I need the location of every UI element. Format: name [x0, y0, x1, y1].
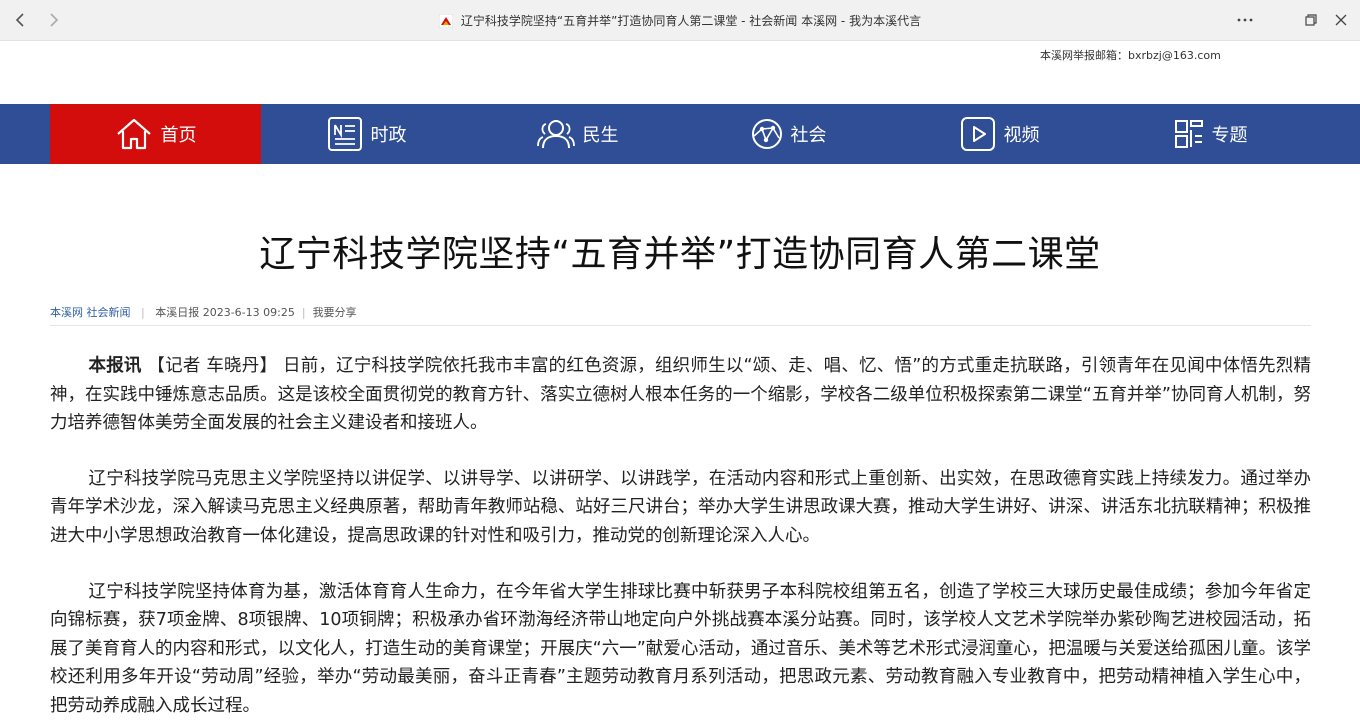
- nav-item-home[interactable]: 首页: [50, 104, 261, 164]
- browser-titlebar: 辽宁科技学院坚持“五育并举”打造协同育人第二课堂 - 社会新闻 本溪网 - 我为…: [0, 0, 1360, 41]
- nav-label-special: 专题: [1211, 125, 1248, 146]
- close-button[interactable]: [1326, 8, 1356, 32]
- nav-item-livelihood[interactable]: 民生: [472, 104, 683, 164]
- restore-icon: [1305, 14, 1317, 26]
- tab-title-text: 辽宁科技学院坚持“五育并举”打造协同育人第二课堂 - 社会新闻 本溪网 - 我为…: [460, 14, 922, 28]
- section-link[interactable]: 社会新闻: [87, 306, 131, 319]
- home-icon: [116, 118, 151, 150]
- nav-item-politics[interactable]: 时政: [261, 104, 472, 164]
- source-site-link[interactable]: 本溪网: [50, 306, 83, 319]
- main-nav: 首页 时政 民生 社会 视频 专题: [0, 104, 1360, 164]
- grid-icon: [1174, 120, 1203, 148]
- people-icon: [536, 120, 575, 149]
- nav-label-society: 社会: [790, 125, 827, 146]
- article-title: 辽宁科技学院坚持“五育并举”打造协同育人第二课堂: [259, 234, 1101, 275]
- nav-label-livelihood: 民生: [582, 125, 619, 146]
- nav-item-video[interactable]: 视频: [894, 104, 1105, 164]
- article-paragraph: 辽宁科技学院坚持体育为基，激活体育育人生命力，在今年省大学生排球比赛中斩获男子本…: [50, 581, 1311, 716]
- close-icon: [1335, 14, 1347, 26]
- publish-date: 2023-6-13 09:25: [202, 306, 295, 319]
- nav-item-special[interactable]: 专题: [1105, 104, 1316, 164]
- nav-label-video: 视频: [1003, 125, 1040, 146]
- source-paper: 本溪日报: [155, 306, 200, 319]
- article-paragraph: 辽宁科技学院马克思主义学院坚持以讲促学、以讲导学、以讲研学、以讲践学，在活动内容…: [50, 468, 1311, 546]
- newspaper-icon: [327, 117, 362, 151]
- nav-label-home: 首页: [160, 125, 197, 146]
- share-link[interactable]: 我要分享: [313, 306, 357, 319]
- more-button[interactable]: [1230, 8, 1260, 32]
- network-icon: [751, 119, 782, 149]
- more-horizontal-icon: [1237, 18, 1253, 22]
- nav-label-politics: 时政: [370, 125, 407, 146]
- article-paragraph: 本报讯 【记者 车晓丹】 日前，辽宁科技学院依托我市丰富的红色资源，组织师生以“…: [50, 352, 1311, 438]
- meta-divider: |: [301, 306, 306, 319]
- article-body: 本报讯 【记者 车晓丹】 日前，辽宁科技学院依托我市丰富的红色资源，组织师生以“…: [50, 352, 1311, 728]
- restore-button[interactable]: [1296, 8, 1326, 32]
- lead-label: 本报讯: [88, 356, 142, 376]
- tab-title-bar: 辽宁科技学院坚持“五育并举”打造协同育人第二课堂 - 社会新闻 本溪网 - 我为…: [0, 0, 1360, 41]
- nav-item-society[interactable]: 社会: [683, 104, 894, 164]
- report-email: 本溪网举报邮箱：bxrbzj@163.com: [1040, 49, 1221, 62]
- meta-divider: |: [141, 306, 145, 319]
- site-favicon-icon: [438, 13, 453, 28]
- byline: 【记者 车晓丹】: [147, 356, 278, 376]
- meta-divider-line: [50, 325, 1311, 326]
- video-icon: [960, 117, 995, 151]
- article-meta: 本溪网 社会新闻 | 本溪日报 2023-6-13 09:25 | 我要分享: [50, 304, 357, 320]
